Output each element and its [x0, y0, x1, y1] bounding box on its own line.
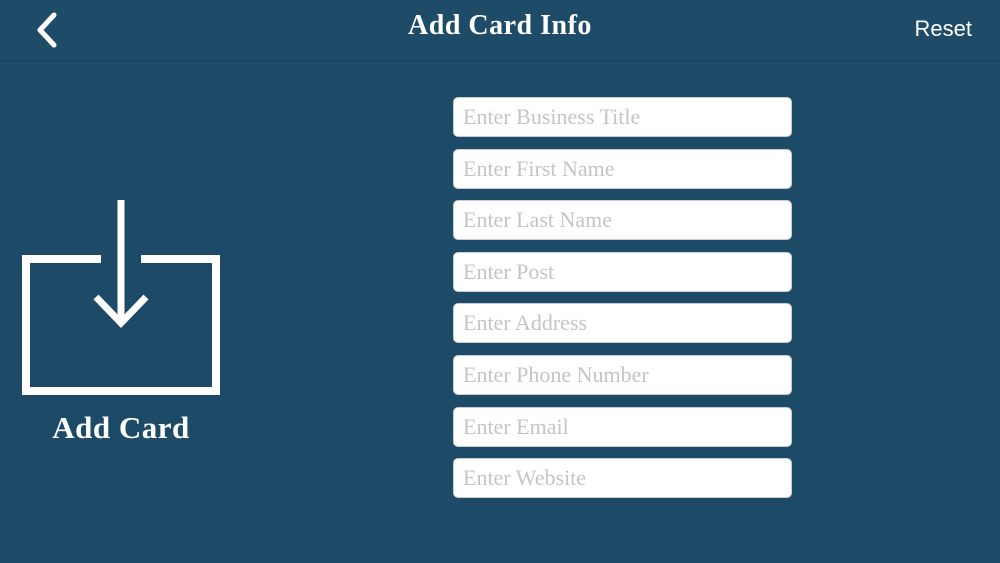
page-title: Add Card Info [408, 10, 592, 41]
phone-number-input[interactable] [453, 354, 792, 395]
reset-button[interactable]: Reset [915, 16, 972, 42]
website-input[interactable] [453, 458, 792, 499]
address-input[interactable] [453, 303, 792, 344]
email-input[interactable] [453, 406, 792, 447]
first-name-input[interactable] [453, 148, 792, 189]
business-title-input[interactable] [453, 97, 792, 137]
post-input[interactable] [453, 251, 792, 292]
card-info-form [453, 97, 793, 510]
navigation-bar: Add Card Info Reset [0, 0, 1000, 61]
add-card-label: Add Card [52, 410, 190, 445]
download-tray-icon [22, 200, 220, 395]
add-card-button[interactable]: Add Card [18, 196, 224, 458]
last-name-input[interactable] [453, 200, 792, 241]
